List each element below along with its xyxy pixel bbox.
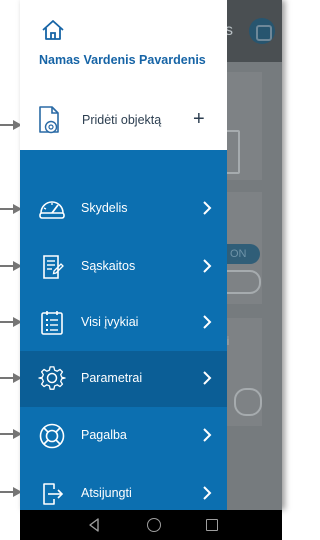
user-name: Namas Vardenis Pavardenis bbox=[39, 53, 206, 67]
add-object-label: Pridėti objektą bbox=[82, 113, 162, 127]
menu-item-saskaitos[interactable]: Sąskaitos bbox=[20, 239, 227, 295]
menu-item-label: Sąskaitos bbox=[81, 259, 136, 273]
background-top-icon bbox=[249, 18, 275, 44]
menu-item-label: Skydelis bbox=[81, 201, 128, 215]
recent-apps-icon[interactable] bbox=[206, 519, 218, 531]
pointer-arrow-icon bbox=[0, 486, 22, 498]
pointer-arrow-icon bbox=[0, 316, 22, 328]
menu-item-skydelis[interactable]: Skydelis bbox=[20, 181, 227, 237]
pointer-arrow-icon bbox=[0, 119, 22, 131]
chevron-right-icon bbox=[203, 259, 212, 273]
pointer-arrow-icon bbox=[0, 372, 22, 384]
settings-gear-icon bbox=[38, 366, 66, 390]
help-lifebuoy-icon bbox=[39, 423, 65, 449]
pointer-arrow-icon bbox=[0, 260, 22, 272]
add-plus-icon[interactable]: + bbox=[193, 107, 205, 131]
document-settings-icon bbox=[39, 106, 59, 134]
logout-icon bbox=[43, 483, 64, 505]
invoice-icon bbox=[43, 255, 64, 279]
drawer-menu: Skydelis Sąskaitos Visi įvykiai Parametr… bbox=[20, 150, 227, 510]
menu-item-label: Atsijungti bbox=[81, 486, 132, 500]
menu-item-pagalba[interactable]: Pagalba bbox=[20, 408, 227, 464]
menu-item-parametrai[interactable]: Parametrai bbox=[20, 351, 227, 407]
dashboard-gauge-icon bbox=[39, 201, 65, 219]
menu-item-label: Visi įvykiai bbox=[81, 315, 139, 329]
home-button-icon[interactable] bbox=[147, 518, 161, 532]
events-list-icon bbox=[41, 311, 63, 335]
menu-item-label: Pagalba bbox=[81, 428, 127, 442]
chevron-right-icon bbox=[203, 315, 212, 329]
background-gear-icon bbox=[234, 388, 262, 416]
back-icon[interactable] bbox=[88, 518, 100, 532]
add-object-item[interactable]: Pridėti objektą + bbox=[20, 90, 227, 150]
pointer-arrow-icon bbox=[0, 428, 22, 440]
system-navigation-bar bbox=[20, 510, 282, 540]
chevron-right-icon bbox=[203, 486, 212, 500]
menu-item-atsijungti[interactable]: Atsijungti bbox=[20, 466, 227, 510]
drawer-header: Namas Vardenis Pavardenis bbox=[20, 0, 227, 90]
menu-item-label: Parametrai bbox=[81, 371, 143, 385]
navigation-drawer: Namas Vardenis Pavardenis Pridėti objekt… bbox=[20, 0, 227, 510]
pointer-arrow-icon bbox=[0, 203, 22, 215]
chevron-right-icon bbox=[203, 201, 212, 215]
chevron-right-icon bbox=[203, 371, 212, 385]
menu-item-visi-ivykiai[interactable]: Visi įvykiai bbox=[20, 295, 227, 351]
home-icon[interactable] bbox=[41, 18, 65, 42]
chevron-right-icon bbox=[203, 428, 212, 442]
